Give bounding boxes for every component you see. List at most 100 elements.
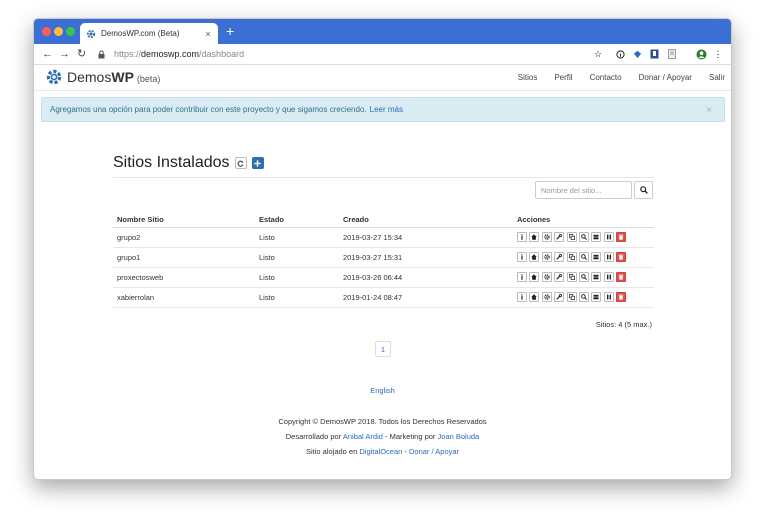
info-button[interactable] (517, 252, 527, 262)
home-button[interactable] (529, 252, 540, 262)
copy-button[interactable] (566, 272, 577, 282)
sites-table: Nombre Sitio Estado Creado Acciones grup… (113, 212, 654, 308)
pause-icon (606, 294, 612, 300)
wrench-button[interactable] (554, 292, 565, 302)
col-header-name: Nombre Sitio (113, 212, 255, 228)
settings-button[interactable] (541, 292, 552, 302)
trash-button[interactable] (616, 272, 627, 282)
table-row: proxectosweb Listo 2019-03-26 06:44 (113, 267, 654, 288)
close-window-button[interactable] (42, 27, 51, 36)
table-row: grupo2 Listo 2019-03-27 15:34 (113, 227, 654, 248)
copy-button[interactable] (566, 232, 577, 242)
refresh-button[interactable] (234, 157, 247, 169)
brand-name-light: Demos (67, 69, 112, 85)
language-link[interactable]: English (34, 386, 731, 395)
brand-name-bold: WP (111, 69, 134, 85)
back-arrow-icon[interactable]: ← (42, 47, 53, 61)
pause-button[interactable] (603, 292, 614, 302)
trash-button[interactable] (616, 292, 627, 302)
trash-button[interactable] (616, 252, 627, 262)
search-button[interactable] (578, 292, 589, 302)
search-button[interactable] (634, 181, 653, 199)
database-button[interactable] (591, 252, 602, 262)
settings-icon (544, 234, 550, 240)
cell-actions (513, 287, 654, 308)
new-tab-button[interactable]: + (226, 24, 234, 38)
database-button[interactable] (591, 292, 602, 302)
pause-button[interactable] (603, 252, 614, 262)
nav-donar[interactable]: Donar / Apoyar (639, 73, 692, 82)
pagination-page-1[interactable]: 1 (375, 341, 391, 357)
gear-logo-icon (46, 69, 62, 85)
col-header-actions: Acciones (513, 212, 654, 228)
donate-link[interactable]: Donar / Apoyar (409, 447, 459, 456)
row-actions (517, 292, 654, 302)
info-button[interactable] (517, 272, 527, 282)
settings-button[interactable] (541, 232, 552, 242)
nav-sitios[interactable]: Sitios (518, 73, 538, 82)
cell-status: Listo (255, 227, 339, 248)
home-button[interactable] (529, 232, 540, 242)
info-button[interactable] (517, 292, 527, 302)
database-button[interactable] (591, 272, 602, 282)
profile-avatar-icon[interactable] (695, 48, 707, 60)
wrench-button[interactable] (554, 272, 565, 282)
pause-icon (606, 274, 612, 280)
site-search-input[interactable]: Nombre del sitio... (535, 181, 632, 199)
home-button[interactable] (529, 292, 540, 302)
search-button[interactable] (578, 252, 589, 262)
alert-read-more-link[interactable]: Leer más (370, 105, 403, 114)
extension-info-icon[interactable] (614, 48, 626, 60)
wrench-button[interactable] (554, 232, 565, 242)
info-alert: Agregamos una opción para poder contribu… (41, 97, 725, 122)
search-icon (581, 234, 587, 240)
tab-close-icon[interactable]: × (202, 29, 214, 39)
cell-actions (513, 247, 654, 268)
add-site-button[interactable] (251, 157, 264, 169)
cell-created: 2019-03-27 15:34 (339, 227, 513, 248)
nav-perfil[interactable]: Perfil (554, 73, 572, 82)
home-button[interactable] (529, 272, 540, 282)
cell-created: 2019-03-26 06:44 (339, 267, 513, 288)
info-button[interactable] (517, 232, 527, 242)
minimize-window-button[interactable] (54, 27, 63, 36)
footer-copyright: Copyright © DemosWP 2018. Todos los Dere… (278, 417, 487, 426)
page-title: Sitios Instalados (113, 154, 230, 171)
database-icon (593, 294, 599, 300)
hosting-separator: - (404, 447, 407, 456)
pause-icon (606, 234, 612, 240)
settings-button[interactable] (541, 252, 552, 262)
developer-link[interactable]: Anibal Ardid (343, 432, 383, 441)
copy-button[interactable] (566, 292, 577, 302)
extension-bookmark-icon[interactable] (648, 48, 660, 60)
trash-button[interactable] (616, 232, 627, 242)
bookmark-star-icon[interactable]: ☆ (592, 48, 604, 60)
forward-arrow-icon[interactable]: → (59, 47, 70, 61)
settings-button[interactable] (541, 272, 552, 282)
address-bar[interactable]: https:// demoswp.com /dashboard (98, 46, 588, 62)
nav-salir[interactable]: Salir (709, 73, 725, 82)
menu-dots-icon[interactable]: ⋮ (712, 48, 724, 60)
reload-icon[interactable]: ↻ (77, 47, 86, 61)
pause-button[interactable] (603, 272, 614, 282)
pause-button[interactable] (603, 232, 614, 242)
search-button[interactable] (578, 272, 589, 282)
extension-document-icon[interactable] (666, 48, 678, 60)
brand-logo[interactable]: Demos WP (beta) (46, 69, 160, 85)
copy-button[interactable] (566, 252, 577, 262)
extension-shield-icon[interactable] (631, 48, 643, 60)
digitalocean-link[interactable]: DigitalOcean (359, 447, 402, 456)
pause-icon (606, 254, 612, 260)
nav-contacto[interactable]: Contacto (590, 73, 622, 82)
search-icon (581, 274, 587, 280)
marketing-link[interactable]: Joan Boluda (438, 432, 480, 441)
wrench-button[interactable] (554, 252, 565, 262)
search-button[interactable] (578, 232, 589, 242)
maximize-window-button[interactable] (66, 27, 75, 36)
close-icon[interactable]: × (706, 105, 712, 116)
settings-icon (544, 274, 550, 280)
home-icon (531, 294, 538, 300)
browser-tab[interactable]: DemosWP.com (Beta) × (80, 23, 218, 44)
database-button[interactable] (591, 232, 602, 242)
search-icon (581, 294, 587, 300)
